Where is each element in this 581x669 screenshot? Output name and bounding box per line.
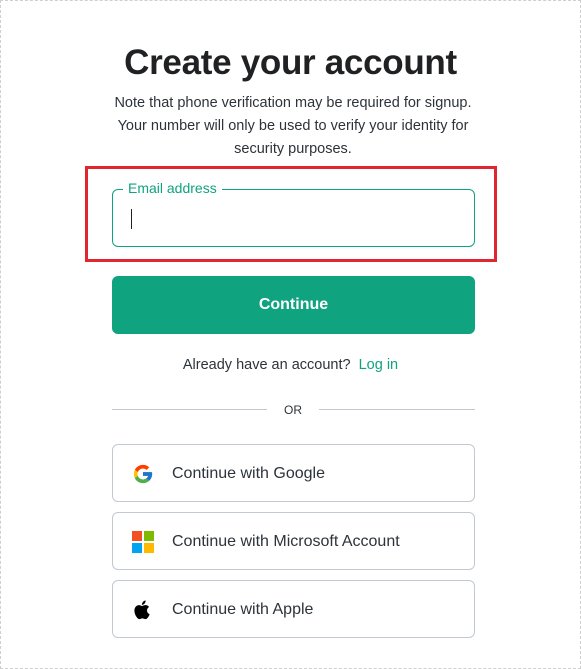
microsoft-login-label: Continue with Microsoft Account [172, 533, 400, 550]
microsoft-icon [132, 531, 154, 553]
page-subtitle: Note that phone verification may be requ… [114, 95, 472, 157]
divider-line-left [112, 409, 267, 410]
google-login-button[interactable]: Continue with Google [112, 444, 475, 502]
apple-icon [134, 600, 150, 620]
page-title: Create your account [124, 43, 457, 82]
google-login-label: Continue with Google [172, 465, 325, 482]
email-field-label: Email address [123, 179, 222, 197]
email-input[interactable] [128, 204, 459, 232]
microsoft-login-button[interactable]: Continue with Microsoft Account [112, 512, 475, 570]
google-icon [133, 464, 153, 484]
text-cursor [131, 209, 132, 229]
apple-login-button[interactable]: Continue with Apple [112, 580, 475, 638]
divider-line-right [319, 409, 475, 410]
continue-button[interactable]: Continue [112, 276, 475, 334]
apple-login-label: Continue with Apple [172, 601, 314, 618]
divider-or: OR [284, 403, 302, 417]
email-field[interactable]: Email address [112, 179, 475, 247]
login-prompt: Already have an account? Log in [0, 356, 581, 374]
login-prompt-text: Already have an account? [182, 357, 351, 373]
login-link[interactable]: Log in [359, 357, 399, 373]
